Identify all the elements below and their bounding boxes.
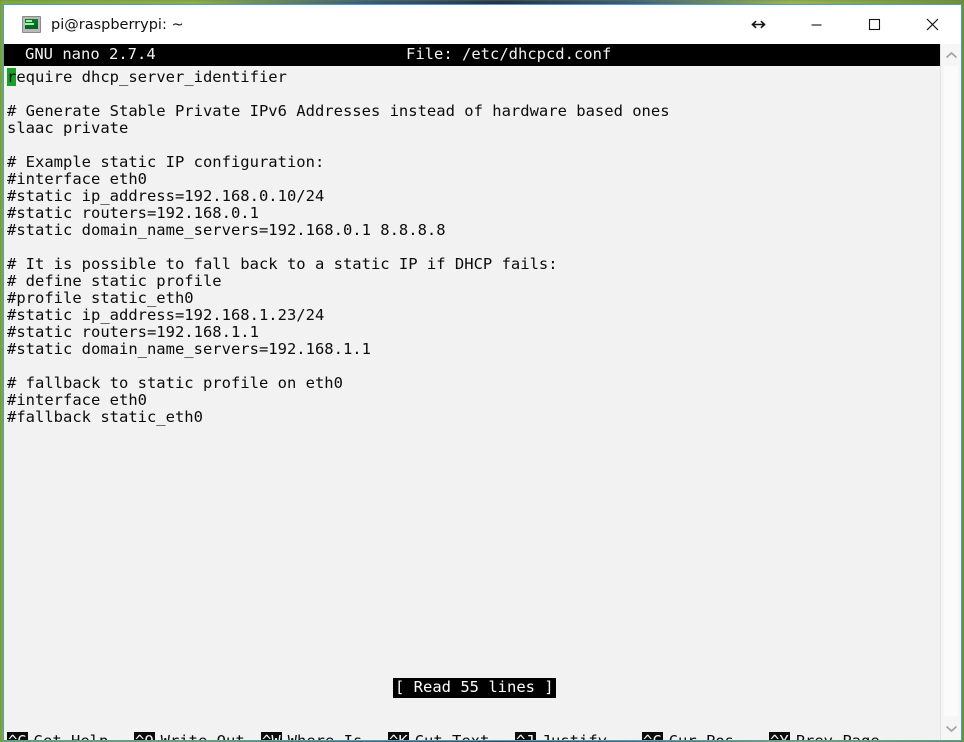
window-title: pi@raspberrypi: ~	[51, 16, 184, 33]
shortcut-key: ^Y	[769, 732, 790, 740]
scrollbar-track[interactable]	[944, 66, 958, 716]
editor-line: #profile static_eth0	[7, 289, 194, 307]
editor-line: #static routers=192.168.0.1	[7, 204, 259, 222]
editor-line: #interface eth0	[7, 391, 147, 409]
terminal-window: pi@raspberrypi: ~ GNU nano 2.7.4 File: /…	[3, 4, 962, 741]
nano-status-line: [ Read 55 lines ]	[4, 678, 940, 698]
titlebar-left-group: pi@raspberrypi: ~	[4, 5, 184, 44]
chevron-down-icon[interactable]	[941, 718, 961, 738]
nano-version-label: GNU nano 2.7.4	[25, 45, 156, 63]
maximize-button[interactable]	[845, 5, 903, 44]
editor-line: require dhcp_server_identifier	[7, 68, 287, 86]
shortcut-item[interactable]: ^J Justify	[515, 732, 607, 740]
editor-line: # fallback to static profile on eth0	[7, 374, 343, 392]
chevron-up-icon[interactable]	[941, 45, 961, 65]
editor-line: #static ip_address=192.168.0.10/24	[7, 187, 325, 205]
nano-shortcut-bar: ^G Get Help ^O Write Out ^W Where Is ^K Cut Tex…	[4, 698, 940, 740]
shortcut-label: Where Is	[288, 732, 363, 741]
shortcut-item[interactable]: ^O Write Out	[134, 732, 245, 740]
editor-line: # define static profile	[7, 272, 222, 290]
shortcut-key: ^W	[261, 732, 282, 740]
text-cursor: r	[7, 68, 17, 86]
shortcut-key: ^G	[7, 732, 28, 740]
status-message: [ Read 55 lines ]	[393, 678, 556, 698]
shortcut-item[interactable]: ^C Cur Pos	[642, 732, 734, 740]
editor-line: # It is possible to fall back to a stati…	[7, 255, 558, 273]
editor-line: # Example static IP configuration:	[7, 153, 325, 171]
editor-line: # Generate Stable Private IPv6 Addresses…	[7, 102, 670, 120]
window-controls	[729, 5, 961, 44]
editor-line: #interface eth0	[7, 170, 147, 188]
nano-file-label: File: /etc/dhcpcd.conf	[406, 45, 612, 63]
shortcut-key: ^O	[134, 732, 155, 740]
shortcut-item[interactable]: ^W Where Is	[261, 732, 362, 740]
shortcut-item[interactable]: ^K Cut Text	[388, 732, 489, 740]
minimize-button[interactable]	[787, 5, 845, 44]
editor-line: slaac private	[7, 119, 129, 137]
editor-line: #static domain_name_servers=192.168.0.1 …	[7, 221, 446, 239]
shortcut-label: Prev Page	[796, 732, 880, 741]
shortcut-key: ^K	[388, 732, 409, 740]
shortcut-key: ^J	[515, 732, 536, 740]
window-titlebar[interactable]: pi@raspberrypi: ~	[4, 5, 961, 44]
terminal-icon	[22, 16, 41, 33]
close-button[interactable]	[903, 5, 961, 44]
resize-button[interactable]	[729, 5, 787, 44]
shortcut-label: Cut Text	[415, 732, 490, 741]
editor-line: #static ip_address=192.168.1.23/24	[7, 306, 325, 324]
shortcut-label: Cur Pos	[669, 732, 734, 741]
editor-line: #static routers=192.168.1.1	[7, 323, 259, 341]
shortcut-row-1: ^G Get Help ^O Write Out ^W Where Is ^K Cut Tex…	[4, 732, 940, 740]
shortcut-key: ^C	[642, 732, 663, 740]
nano-header-bar: GNU nano 2.7.4 File: /etc/dhcpcd.conf	[4, 44, 940, 66]
shortcut-item[interactable]: ^G Get Help	[7, 732, 108, 740]
shortcut-label: Justify	[542, 732, 607, 741]
nano-editor-text[interactable]: require dhcp_server_identifier # Generat…	[4, 66, 940, 678]
shortcut-label: Get Help	[34, 732, 109, 741]
editor-line: #static domain_name_servers=192.168.1.1	[7, 340, 371, 358]
editor-line: #fallback static_eth0	[7, 408, 203, 426]
shortcut-item[interactable]: ^Y Prev Page	[769, 732, 880, 740]
vertical-scrollbar[interactable]	[940, 44, 961, 740]
shortcut-label: Write Out	[161, 732, 245, 741]
terminal-content[interactable]: GNU nano 2.7.4 File: /etc/dhcpcd.conf re…	[4, 44, 961, 740]
